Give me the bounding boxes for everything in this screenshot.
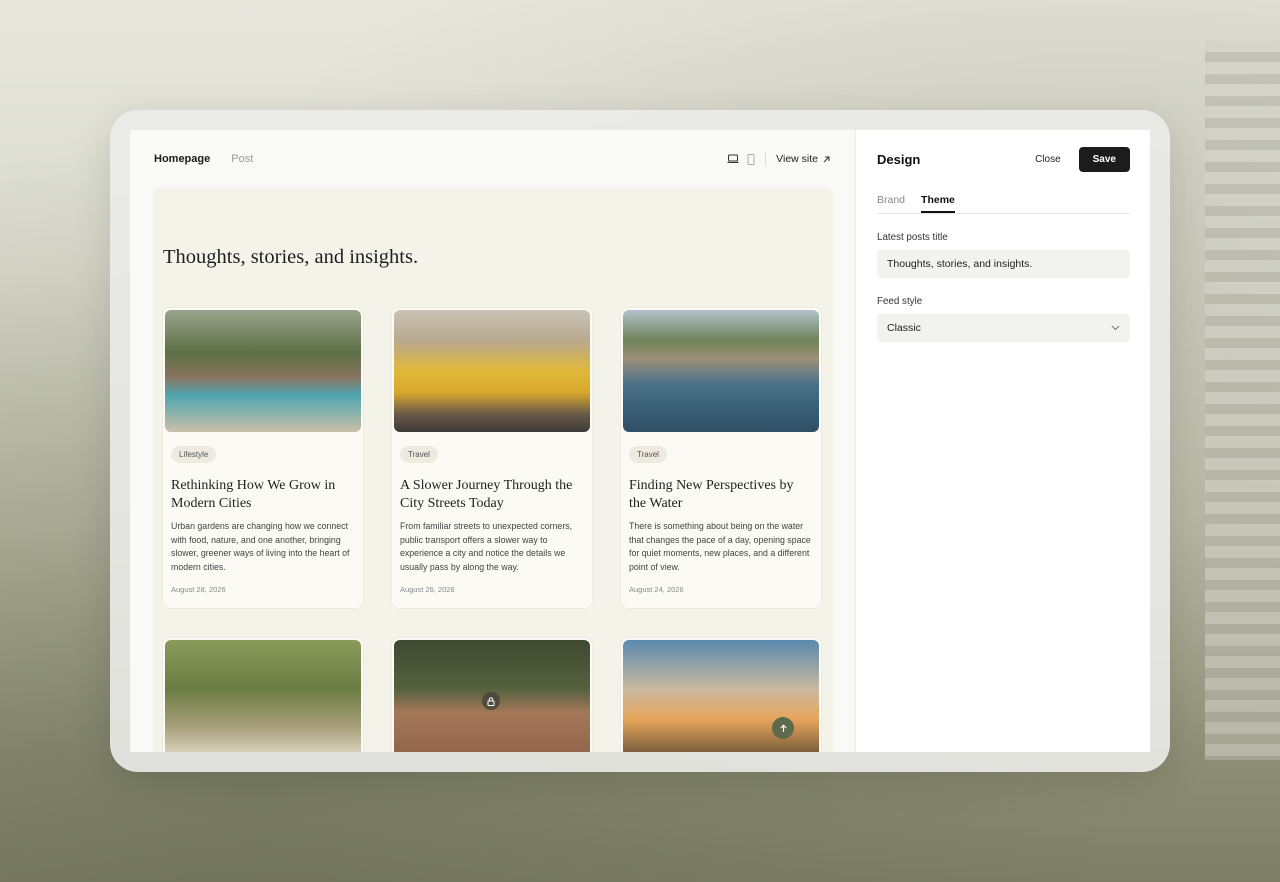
latest-posts-title-label: Latest posts title <box>877 232 948 243</box>
design-panel: Design Close Save Brand Theme Latest pos… <box>856 130 1150 752</box>
chevron-down-icon <box>1111 325 1120 331</box>
tab-brand[interactable]: Brand <box>877 188 905 213</box>
latest-posts-title-input[interactable]: Thoughts, stories, and insights. <box>877 250 1130 278</box>
post-tag: Travel <box>400 446 438 463</box>
tab-homepage[interactable]: Homepage <box>154 153 210 165</box>
post-date: August 26, 2026 <box>400 585 455 594</box>
preview-controls: View site <box>719 152 831 166</box>
panel-title: Design <box>877 151 921 167</box>
post-image-pool <box>165 310 361 432</box>
external-arrow-icon <box>823 156 830 162</box>
view-site-label: View site <box>776 153 818 165</box>
panel-header: Design Close Save <box>877 130 1130 188</box>
post-tag: Lifestyle <box>171 446 217 463</box>
arrow-up-icon <box>779 724 787 732</box>
preview-pane: Homepage Post View site Thoughts, storie… <box>130 130 856 752</box>
post-image-wine <box>165 640 361 752</box>
post-title: Finding New Perspectives by the Water <box>629 478 794 511</box>
post-title: A Slower Journey Through the City Street… <box>400 478 573 511</box>
post-excerpt: From familiar streets to unexpected corn… <box>400 521 573 572</box>
post-image-tram <box>394 310 590 432</box>
post-tag: Travel <box>629 446 667 463</box>
tab-theme[interactable]: Theme <box>921 188 955 213</box>
preview-topbar: Homepage Post View site <box>130 130 855 188</box>
post-title: Rethinking How We Grow in Modern Cities <box>171 478 336 511</box>
post-card[interactable]: Lifestyle Rethinking How We Grow in Mode… <box>163 308 363 608</box>
feed-style-label: Feed style <box>877 296 923 307</box>
post-card[interactable] <box>392 638 592 752</box>
post-date: August 28, 2026 <box>171 585 226 594</box>
post-image-water <box>623 310 819 432</box>
post-excerpt: There is something about being on the wa… <box>629 521 811 572</box>
site-preview-canvas: Thoughts, stories, and insights. Lifesty… <box>153 188 833 752</box>
scroll-top-button[interactable] <box>772 717 794 739</box>
post-image-arch <box>394 640 590 752</box>
post-date: August 24, 2026 <box>629 585 684 594</box>
save-button[interactable]: Save <box>1078 146 1130 172</box>
mobile-icon[interactable] <box>747 153 755 165</box>
divider <box>765 152 767 166</box>
post-card[interactable]: Travel A Slower Journey Through the City… <box>392 308 592 608</box>
post-excerpt: Urban gardens are changing how we connec… <box>171 521 350 572</box>
post-card[interactable] <box>163 638 363 752</box>
post-card[interactable]: Travel Finding New Perspectives by the W… <box>621 308 821 608</box>
feed-style-value: Classic <box>887 322 921 334</box>
feed-style-select[interactable]: Classic <box>877 314 1130 342</box>
view-site-link[interactable]: View site <box>776 153 831 165</box>
editor-window: Homepage Post View site Thoughts, storie… <box>130 130 1150 752</box>
lock-icon <box>482 692 500 710</box>
latest-posts-heading: Thoughts, stories, and insights. <box>163 246 419 268</box>
close-button[interactable]: Close <box>1035 154 1061 165</box>
desktop-icon[interactable] <box>727 154 739 164</box>
tab-post[interactable]: Post <box>231 153 253 165</box>
background-shutter <box>1205 40 1280 760</box>
panel-tabs: Brand Theme <box>877 188 1130 214</box>
